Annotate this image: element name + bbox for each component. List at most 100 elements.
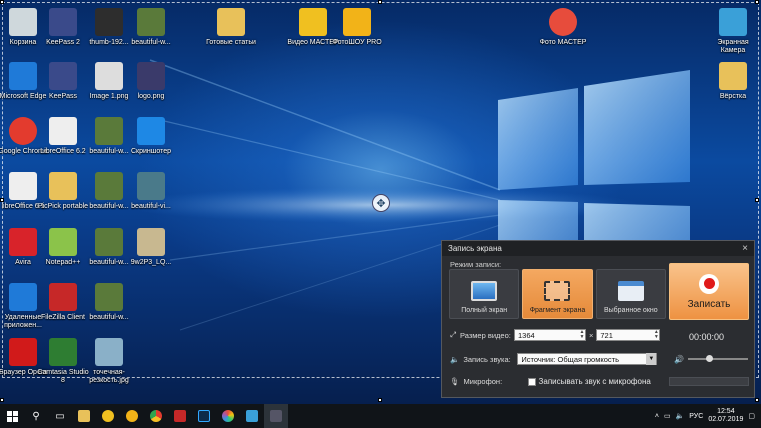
taskbar-photoshop[interactable] xyxy=(192,404,216,428)
desktop-icon[interactable]: beautiful-w... xyxy=(128,4,174,62)
network-icon[interactable]: ▭ xyxy=(664,412,671,420)
camtasia-icon xyxy=(49,338,77,366)
desktop-icon[interactable]: Видео МАСТЕР xyxy=(287,4,339,62)
record-icon xyxy=(699,273,719,294)
mic-checkbox-label[interactable]: Записывать звук с микрофона xyxy=(539,377,651,386)
mode-fragment-button[interactable]: Фрагмент экрана xyxy=(522,269,593,319)
chrome-icon xyxy=(9,117,37,145)
desktop-icon-label: beautiful-w... xyxy=(89,314,129,321)
filezilla-icon xyxy=(174,410,186,422)
speaker-icon[interactable]: 🔈 xyxy=(676,412,685,420)
edge-icon xyxy=(9,62,37,90)
image-file-icon xyxy=(95,338,123,366)
mode-window-label: Выбранное окно xyxy=(603,307,658,314)
taskbar-filezilla[interactable] xyxy=(168,404,192,428)
desktop-icon[interactable]: ФотоШОУ PRO xyxy=(332,4,382,62)
audio-source-select[interactable]: Источник: Общая громкость ▼ xyxy=(517,353,658,365)
window-icon xyxy=(617,281,644,301)
desktop-icon[interactable]: beautiful-vi... xyxy=(128,168,174,226)
mic-checkbox[interactable] xyxy=(527,377,536,386)
desktop: ✥ Корзина KeePass 2 thumb-192... beautiful-… xyxy=(0,0,761,404)
desktop-icon-label: logo.png xyxy=(137,93,165,100)
folder-icon xyxy=(719,62,747,90)
desktop-icon[interactable]: точечная-резкость.jpg xyxy=(86,334,132,392)
desktop-icon-label: Скриншотер xyxy=(130,148,172,155)
system-tray: ˄ ▭ 🔈 РУС 12:54 02.07.2019 ▢ xyxy=(655,404,755,428)
taskbar-chrome[interactable] xyxy=(144,404,168,428)
height-spinner-icon[interactable]: ▲ ▼ xyxy=(653,330,659,340)
screen-recorder-panel: Запись экрана × Режим записи: Полный экр… xyxy=(441,240,755,398)
volume-slider[interactable]: 🔊 xyxy=(674,354,748,364)
desktop-icon[interactable]: logo.png xyxy=(128,58,174,116)
mode-label: Режим записи: xyxy=(450,260,502,269)
language-indicator[interactable]: РУС xyxy=(689,413,703,420)
taskbar-explorer[interactable] xyxy=(72,404,96,428)
chevron-up-icon[interactable]: ˄ xyxy=(655,413,659,420)
video-master-icon xyxy=(102,410,114,422)
taskbar-photoshow[interactable] xyxy=(120,404,144,428)
recorder-titlebar[interactable]: Запись экрана × xyxy=(442,241,754,256)
mic-level-meter xyxy=(669,377,749,386)
image-file-icon xyxy=(137,228,165,256)
screenshot-icon xyxy=(137,117,165,145)
folder-icon xyxy=(217,8,245,36)
desktop-icon[interactable]: Image 1.png xyxy=(86,58,132,116)
folder-icon xyxy=(78,410,90,422)
video-master-icon xyxy=(299,8,327,36)
desktop-icon[interactable]: PicPick portable xyxy=(38,168,88,226)
desktop-icon-label: 9w2P3_LQ... xyxy=(130,259,172,266)
selection-handle-bottom[interactable] xyxy=(378,398,382,402)
taskbar-recorder[interactable] xyxy=(264,404,288,428)
mic-row: 🎙 Микрофон: Записывать звук с микрофона xyxy=(450,377,651,386)
selection-handle-bottom-right[interactable] xyxy=(755,398,759,402)
image-file-icon xyxy=(95,8,123,36)
desktop-icon[interactable]: beautiful-w... xyxy=(86,168,132,226)
desktop-icon-label: KeePass xyxy=(48,93,78,100)
volume-knob[interactable] xyxy=(705,355,713,362)
desktop-icon[interactable]: thumb-192... xyxy=(86,4,132,62)
search-icon[interactable]: ⚲ xyxy=(24,404,48,428)
volume-track[interactable] xyxy=(687,355,748,362)
desktop-icon[interactable]: Фото МАСТЕР xyxy=(540,4,586,62)
close-icon[interactable]: × xyxy=(736,243,754,254)
chrome-icon xyxy=(150,410,162,422)
desktop-icon[interactable]: Экранная Камера xyxy=(710,4,756,62)
width-spinner-icon[interactable]: ▲ ▼ xyxy=(579,330,585,340)
selection-handle-bottom-left[interactable] xyxy=(0,398,4,402)
task-view-icon[interactable]: ▭ xyxy=(48,404,72,428)
mode-window-button[interactable]: Выбранное окно xyxy=(595,269,666,319)
height-input[interactable]: 721 ▲ ▼ xyxy=(596,329,661,341)
desktop-icon[interactable]: beautiful-w... xyxy=(86,224,132,282)
mode-fullscreen-button[interactable]: Полный экран xyxy=(449,269,520,319)
taskbar-video-master[interactable] xyxy=(96,404,120,428)
desktop-icon[interactable]: Скриншотер xyxy=(128,113,174,171)
desktop-icon-label: KeePass 2 xyxy=(46,39,80,46)
clock[interactable]: 12:54 02.07.2019 xyxy=(708,408,743,424)
desktop-icon[interactable]: Notepad++ xyxy=(40,224,86,282)
desktop-icon[interactable]: LibreOffice 6.2 xyxy=(40,113,86,171)
record-button[interactable]: Записать xyxy=(669,263,749,320)
desktop-icon[interactable]: Вёрстка xyxy=(710,58,756,116)
photoshop-icon xyxy=(198,410,210,422)
start-button[interactable] xyxy=(0,404,24,428)
desktop-icon[interactable]: FileZilla Client xyxy=(40,279,86,337)
mode-selector: Полный экран Фрагмент экрана Выбранное о… xyxy=(449,269,666,319)
desktop-icon[interactable]: 9w2P3_LQ... xyxy=(128,224,174,282)
desktop-icon-label: Вёрстка xyxy=(719,93,747,100)
desktop-icon[interactable]: KeePass 2 xyxy=(40,4,86,62)
avira-icon xyxy=(9,228,37,256)
taskbar-photo-master[interactable] xyxy=(216,404,240,428)
mic-label: Микрофон: xyxy=(463,377,503,386)
height-value: 721 xyxy=(600,330,613,340)
desktop-icon[interactable]: Camtasia Studio 8 xyxy=(37,334,89,392)
desktop-icon[interactable]: beautiful-w... xyxy=(86,113,132,171)
desktop-icon[interactable]: KeePass xyxy=(40,58,86,116)
desktop-icon[interactable]: Готовые статьи xyxy=(206,4,256,62)
desktop-icon-label: beautiful-vi... xyxy=(131,203,171,210)
width-input[interactable]: 1364 ▲ ▼ xyxy=(514,329,586,341)
selection-handle-right[interactable] xyxy=(755,198,759,202)
lock-icon xyxy=(49,8,77,36)
notifications-icon[interactable]: ▢ xyxy=(748,412,755,420)
desktop-icon[interactable]: beautiful-w... xyxy=(86,279,132,337)
taskbar-screen-camera[interactable] xyxy=(240,404,264,428)
